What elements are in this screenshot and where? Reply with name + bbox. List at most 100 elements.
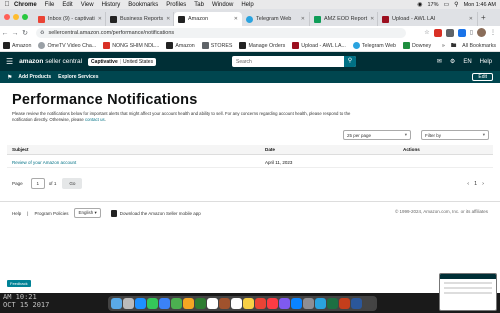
maps-icon[interactable] (171, 298, 182, 309)
contacts-icon[interactable] (219, 298, 230, 309)
menu-bookmarks[interactable]: Bookmarks (128, 2, 158, 8)
tab-amz-eod-report[interactable]: AMZ EOD Report ✕ (310, 12, 378, 26)
bookmark-item[interactable]: Upload - AWL LA... (292, 42, 346, 49)
feedback-button[interactable]: Feedback (7, 280, 31, 287)
bookmark-item[interactable]: Amazon (3, 42, 31, 49)
address-bar[interactable]: ♻ sellercentral.amazon.com/performance/n… (36, 28, 406, 38)
bookmark-item[interactable]: NONG SHIM NDL... (103, 42, 159, 49)
minimize-window-icon[interactable] (13, 14, 19, 20)
extension-icon[interactable] (457, 28, 466, 37)
word-icon[interactable] (351, 298, 362, 309)
extension-icon[interactable] (433, 28, 442, 37)
calendar-icon[interactable] (207, 298, 218, 309)
music-icon[interactable] (267, 298, 278, 309)
profile-avatar[interactable] (477, 28, 486, 37)
wifi-icon[interactable]: ◉ (417, 1, 422, 8)
battery-icon[interactable]: ▭ (444, 1, 450, 8)
program-policies-link[interactable]: Program Policies (34, 211, 68, 216)
reload-icon[interactable]: ↻ (20, 29, 30, 37)
bookmark-item[interactable]: OmeTV Video Cha... (38, 42, 96, 49)
page-number-input[interactable]: 1 (30, 178, 45, 189)
notes-icon[interactable] (243, 298, 254, 309)
menu-history[interactable]: History (102, 2, 121, 8)
powerpoint-icon[interactable] (339, 298, 350, 309)
launchpad-icon[interactable] (123, 298, 134, 309)
mail-icon[interactable]: ✉ (437, 58, 442, 65)
column-subject[interactable]: Subject (12, 147, 29, 152)
hamburger-menu-icon[interactable]: ☰ (6, 57, 13, 66)
facetime-icon[interactable] (195, 298, 206, 309)
notification-subject-link[interactable]: Review of your Amazon account (12, 160, 76, 165)
screenshot-preview-thumbnail[interactable] (439, 273, 497, 311)
kebab-menu-icon[interactable]: ⋮ (490, 29, 496, 36)
seller-search-input[interactable]: Search ⚲ (232, 56, 356, 67)
bookmark-item[interactable]: Amazon (166, 42, 195, 49)
photos-icon[interactable] (183, 298, 194, 309)
search-icon[interactable]: ⚲ (344, 56, 356, 67)
new-tab-icon[interactable]: + (481, 13, 486, 22)
apple-icon[interactable]:  (0, 1, 14, 8)
search-icon[interactable]: ⚲ (454, 1, 458, 8)
safari-icon[interactable] (135, 298, 146, 309)
nav-add-products[interactable]: Add Products (18, 74, 51, 80)
help-link[interactable]: Help (480, 59, 492, 65)
seller-central-logo[interactable]: amazon seller central (19, 58, 82, 65)
mail-app-icon[interactable] (159, 298, 170, 309)
marketplace-switcher[interactable]: Captivative | United States (88, 57, 157, 66)
extension-icon[interactable] (445, 28, 454, 37)
per-page-select[interactable]: 25 per page ▾ (343, 130, 411, 140)
gear-icon[interactable]: ⚙ (450, 58, 455, 65)
footer-help-link[interactable]: Help (12, 211, 21, 216)
menu-tab[interactable]: Tab (194, 2, 204, 8)
tab-telegram[interactable]: Telegram Web ✕ (242, 12, 310, 26)
close-tab-icon[interactable]: ✕ (466, 16, 473, 22)
nav-explore-services[interactable]: Explore Services (58, 74, 98, 80)
puzzle-icon[interactable]: ▯ (470, 29, 473, 36)
bookmark-star-icon[interactable]: ☆ (424, 29, 429, 36)
finder-icon[interactable] (111, 298, 122, 309)
close-tab-icon[interactable]: ✕ (95, 16, 102, 22)
menu-help[interactable]: Help (241, 2, 253, 8)
zoom-window-icon[interactable] (22, 14, 28, 20)
previous-page-icon[interactable]: ‹ (467, 181, 469, 187)
chrome-icon[interactable] (255, 298, 266, 309)
trash-icon[interactable] (363, 298, 374, 309)
reminders-icon[interactable] (231, 298, 242, 309)
tab-amazon-active[interactable]: Amazon ✕ (174, 12, 242, 26)
back-arrow-icon[interactable]: ← (0, 30, 10, 37)
all-bookmarks[interactable]: » 🖿 All Bookmarks (442, 40, 496, 52)
menu-file[interactable]: File (45, 2, 55, 8)
bookmark-icon[interactable]: ⚑ (7, 74, 12, 81)
bookmark-item[interactable]: Telegram Web (352, 42, 396, 49)
close-tab-icon[interactable]: ✕ (367, 16, 374, 22)
bookmark-item[interactable]: STORES (201, 42, 232, 49)
go-button[interactable]: Go (62, 178, 83, 189)
language-selector[interactable]: EN (463, 59, 471, 65)
close-tab-icon[interactable]: ✕ (298, 16, 305, 22)
telegram-dock-icon[interactable] (315, 298, 326, 309)
podcasts-icon[interactable] (279, 298, 290, 309)
bookmark-item[interactable]: Downey (402, 42, 431, 49)
filter-by-select[interactable]: Filter by ▾ (421, 130, 489, 140)
app-store-icon[interactable] (291, 298, 302, 309)
next-page-icon[interactable]: › (482, 181, 484, 187)
bookmark-item[interactable]: Manage Orders (239, 42, 285, 49)
close-tab-icon[interactable]: ✕ (163, 16, 170, 22)
messages-icon[interactable] (147, 298, 158, 309)
chevron-right-icon[interactable]: » (442, 43, 445, 49)
clock[interactable]: Mon 1:46 AM (464, 2, 496, 8)
tab-inbox[interactable]: Inbox (9) - captivati ✕ (34, 12, 106, 26)
table-row[interactable]: Review of your Amazon account April 11, … (7, 158, 493, 168)
tab-upload-awl[interactable]: Upload - AWL LAI ✕ (378, 12, 478, 26)
system-settings-icon[interactable] (303, 298, 314, 309)
edit-nav-button[interactable]: Edit (472, 73, 493, 81)
footer-language-select[interactable]: English ▾ (74, 208, 101, 218)
menu-window[interactable]: Window (212, 2, 233, 8)
forward-arrow-icon[interactable]: → (10, 30, 20, 37)
menu-edit[interactable]: Edit (62, 2, 72, 8)
menu-chrome[interactable]: Chrome (14, 2, 37, 8)
excel-icon[interactable] (327, 298, 338, 309)
column-date[interactable]: Date (265, 147, 275, 152)
close-tab-icon[interactable]: ✕ (231, 16, 238, 22)
menu-view[interactable]: View (81, 2, 94, 8)
